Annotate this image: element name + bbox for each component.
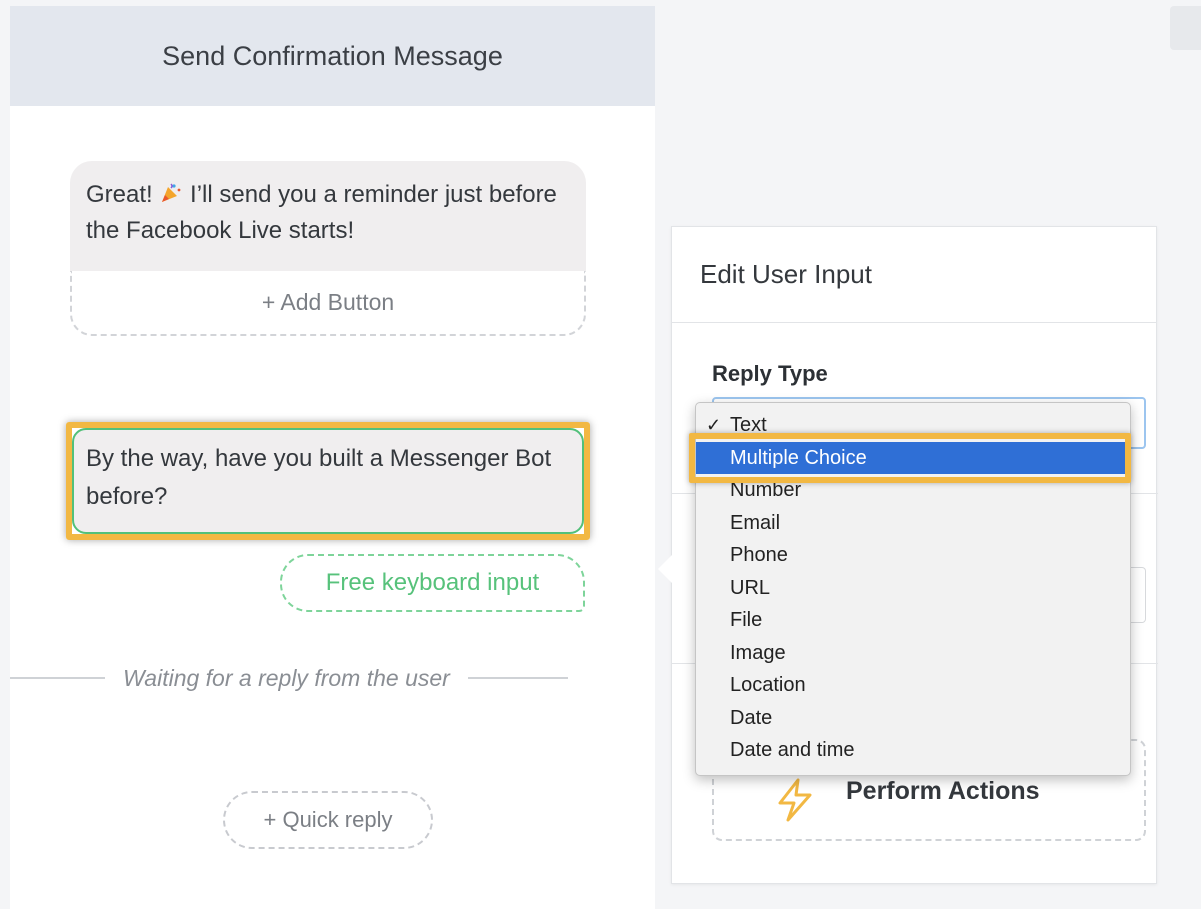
waiting-label: Waiting for a reply from the user	[123, 664, 450, 691]
free-keyboard-input-badge[interactable]: Free keyboard input	[280, 554, 585, 612]
perform-actions-label: Perform Actions	[846, 777, 1040, 805]
panel-pointer	[658, 555, 672, 583]
message-text-after-icon: I’ll send you a reminder just before the…	[86, 181, 557, 244]
lightning-bolt-icon	[772, 777, 818, 823]
dropdown-option-text[interactable]: ✓ Text	[696, 409, 1130, 442]
dropdown-option-email[interactable]: Email	[696, 507, 1130, 540]
message-bubble-2[interactable]: By the way, have you built a Messenger B…	[72, 428, 584, 534]
message-text-1: Great! I’ll send you a reminder just bef…	[70, 161, 586, 271]
reply-type-label: Reply Type	[712, 361, 828, 386]
dropdown-option-url[interactable]: URL	[696, 572, 1130, 605]
dropdown-option-date-and-time[interactable]: Date and time	[696, 734, 1130, 767]
dropdown-option-phone[interactable]: Phone	[696, 539, 1130, 572]
panel-tab[interactable]	[1170, 6, 1201, 50]
quick-reply-button[interactable]: + Quick reply	[223, 791, 433, 849]
dropdown-option-image[interactable]: Image	[696, 637, 1130, 670]
add-button[interactable]: + Add Button	[70, 271, 586, 336]
dropdown-option-date[interactable]: Date	[696, 702, 1130, 735]
reply-type-dropdown[interactable]: ✓ Text Multiple Choice Number Email Phon…	[695, 402, 1131, 776]
party-popper-icon	[159, 180, 183, 204]
divider-line-left	[10, 677, 105, 679]
screen: Send Confirmation Message Great! I’ll se…	[0, 0, 1201, 909]
dropdown-option-number[interactable]: Number	[696, 474, 1130, 507]
message-text-before-icon: Great!	[86, 181, 153, 208]
checkmark-icon: ✓	[706, 415, 722, 435]
dropdown-option-location[interactable]: Location	[696, 669, 1130, 702]
dropdown-option-file[interactable]: File	[696, 604, 1130, 637]
waiting-divider: Waiting for a reply from the user	[10, 664, 655, 691]
message-bubble-1[interactable]: Great! I’ll send you a reminder just bef…	[70, 161, 586, 336]
dropdown-option-multiple-choice[interactable]: Multiple Choice	[696, 441, 1130, 474]
edit-panel-title: Edit User Input	[672, 227, 1156, 323]
panel-header: Send Confirmation Message	[10, 6, 655, 106]
divider-line-right	[467, 677, 568, 679]
